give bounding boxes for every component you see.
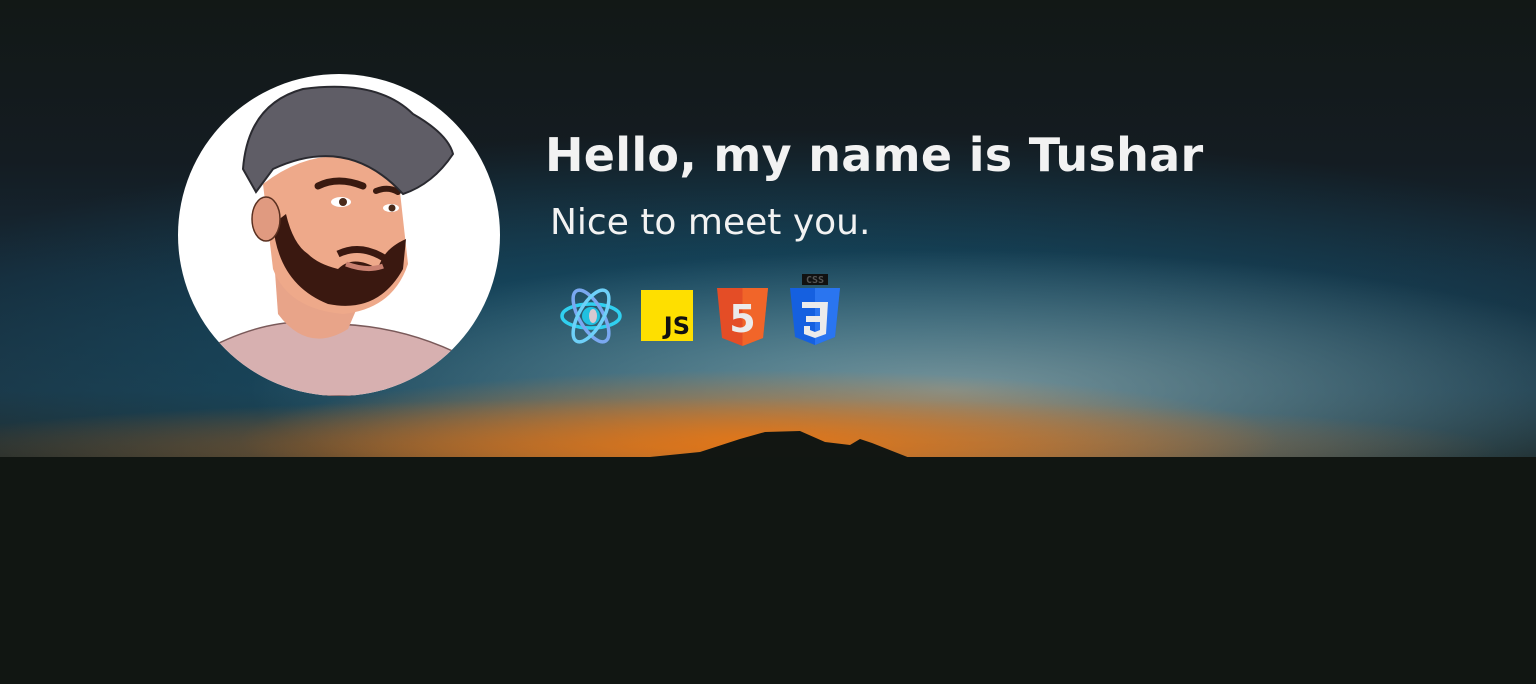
- mountain-silhouette: [640, 431, 910, 458]
- css3-icon: CSS: [790, 274, 840, 345]
- page-subtitle: Nice to meet you.: [550, 202, 871, 243]
- html5-icon: 5: [717, 288, 768, 346]
- html5-icon-label: 5: [729, 297, 755, 341]
- css3-icon-label: CSS: [806, 275, 824, 286]
- react-icon: [560, 288, 622, 344]
- javascript-icon: JS: [641, 290, 693, 341]
- javascript-icon-label: JS: [663, 312, 690, 340]
- ground: [0, 457, 1536, 684]
- page-title: Hello, my name is Tushar: [545, 128, 1204, 182]
- avatar: [178, 74, 500, 396]
